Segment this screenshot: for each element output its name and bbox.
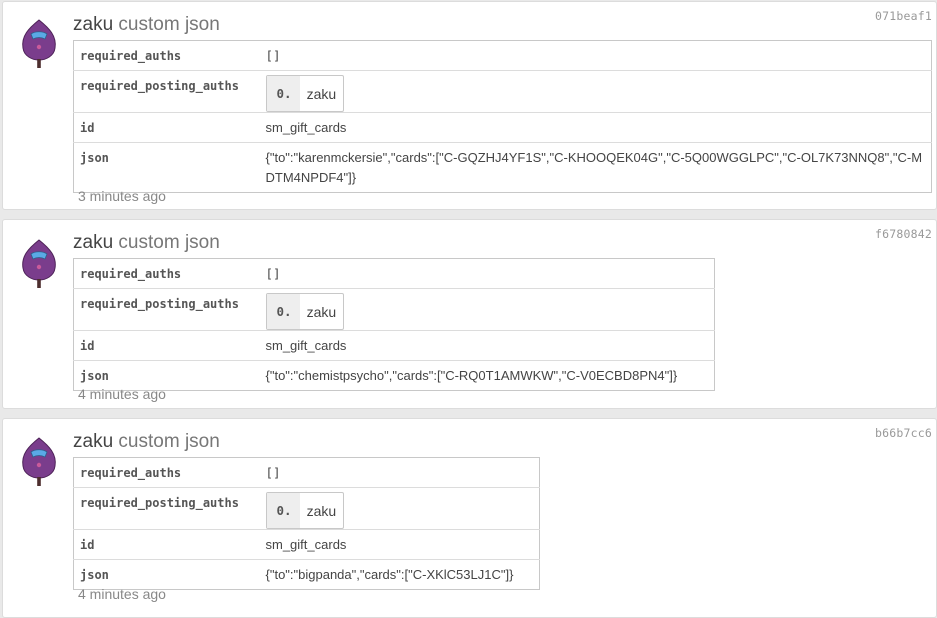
- table-row: required_posting_auths 0. zaku: [73, 487, 540, 530]
- table-row: required_auths []: [74, 458, 540, 488]
- posting-auth-list: 0. zaku: [265, 75, 345, 112]
- auth-index: 0.: [266, 76, 300, 111]
- table-row: required_auths []: [74, 259, 715, 289]
- username-link[interactable]: zaku: [73, 232, 113, 253]
- timestamp[interactable]: 4 minutes ago: [78, 386, 166, 402]
- username-link[interactable]: zaku: [73, 431, 113, 452]
- field-value: 0. zaku: [259, 288, 715, 331]
- json-value: {"to":"chemistpsycho","cards":["C-RQ0T1A…: [259, 360, 715, 391]
- field-value: sm_gift_cards: [259, 529, 540, 560]
- operation-details-table: required_auths [] required_posting_auths…: [73, 40, 932, 193]
- field-key: required_auths: [80, 49, 182, 63]
- field-value: []: [265, 465, 281, 480]
- username-link[interactable]: zaku: [73, 14, 113, 35]
- field-key: id: [73, 330, 260, 361]
- auth-account-link[interactable]: zaku: [300, 493, 344, 528]
- auth-index: 0.: [266, 294, 300, 329]
- field-key: json: [73, 559, 260, 590]
- table-row: json {"to":"bigpanda","cards":["C-XKlC53…: [73, 559, 540, 590]
- transaction-hash[interactable]: f6780842: [875, 227, 932, 241]
- transaction-hash[interactable]: b66b7cc6: [875, 426, 932, 440]
- field-key: required_posting_auths: [73, 487, 260, 530]
- operation-type: custom json: [118, 431, 220, 452]
- operation-title: zaku custom json: [73, 231, 220, 255]
- table-row: required_posting_auths 0. zaku: [73, 70, 932, 113]
- table-row: json {"to":"chemistpsycho","cards":["C-R…: [73, 360, 715, 391]
- operation-title: zaku custom json: [73, 13, 220, 37]
- table-row: required_posting_auths 0. zaku: [73, 288, 715, 331]
- json-value: {"to":"karenmckersie","cards":["C-GQZHJ4…: [259, 142, 932, 193]
- posting-auth-list: 0. zaku: [265, 492, 345, 529]
- operation-title: zaku custom json: [73, 430, 220, 454]
- field-value: []: [265, 48, 281, 63]
- transaction-hash[interactable]: 071beaf1: [875, 9, 932, 23]
- table-row: id sm_gift_cards: [73, 529, 540, 560]
- field-key: required_posting_auths: [73, 288, 260, 331]
- operation-details-table: required_auths [] required_posting_auths…: [73, 457, 540, 590]
- field-value: 0. zaku: [259, 70, 932, 113]
- table-row: required_auths []: [74, 41, 932, 71]
- operation-card: zaku custom json f6780842 required_auths…: [2, 219, 937, 409]
- field-key: required_auths: [80, 267, 182, 281]
- json-value: {"to":"bigpanda","cards":["C-XKlC53LJ1C"…: [259, 559, 540, 590]
- field-value: sm_gift_cards: [259, 112, 932, 143]
- operation-type: custom json: [118, 14, 220, 35]
- table-row: id sm_gift_cards: [73, 112, 932, 143]
- operation-card: zaku custom json 071beaf1 required_auths…: [2, 1, 937, 210]
- user-avatar[interactable]: [19, 436, 59, 486]
- table-row: json {"to":"karenmckersie","cards":["C-G…: [73, 142, 932, 193]
- auth-account-link[interactable]: zaku: [300, 294, 344, 329]
- operation-type: custom json: [118, 232, 220, 253]
- auth-account-link[interactable]: zaku: [300, 76, 344, 111]
- user-avatar[interactable]: [19, 18, 59, 68]
- field-key: id: [73, 529, 260, 560]
- field-value: 0. zaku: [259, 487, 540, 530]
- field-key: required_posting_auths: [73, 70, 260, 113]
- field-value: []: [265, 266, 281, 281]
- operation-details-table: required_auths [] required_posting_auths…: [73, 258, 715, 391]
- timestamp[interactable]: 4 minutes ago: [78, 586, 166, 602]
- field-key: required_auths: [80, 466, 182, 480]
- field-value: sm_gift_cards: [259, 330, 715, 361]
- table-row: id sm_gift_cards: [73, 330, 715, 361]
- operation-card: zaku custom json b66b7cc6 required_auths…: [2, 418, 937, 618]
- timestamp[interactable]: 3 minutes ago: [78, 188, 166, 204]
- posting-auth-list: 0. zaku: [265, 293, 345, 330]
- user-avatar[interactable]: [19, 238, 59, 288]
- field-key: id: [73, 112, 260, 143]
- field-key: json: [73, 142, 260, 193]
- auth-index: 0.: [266, 493, 300, 528]
